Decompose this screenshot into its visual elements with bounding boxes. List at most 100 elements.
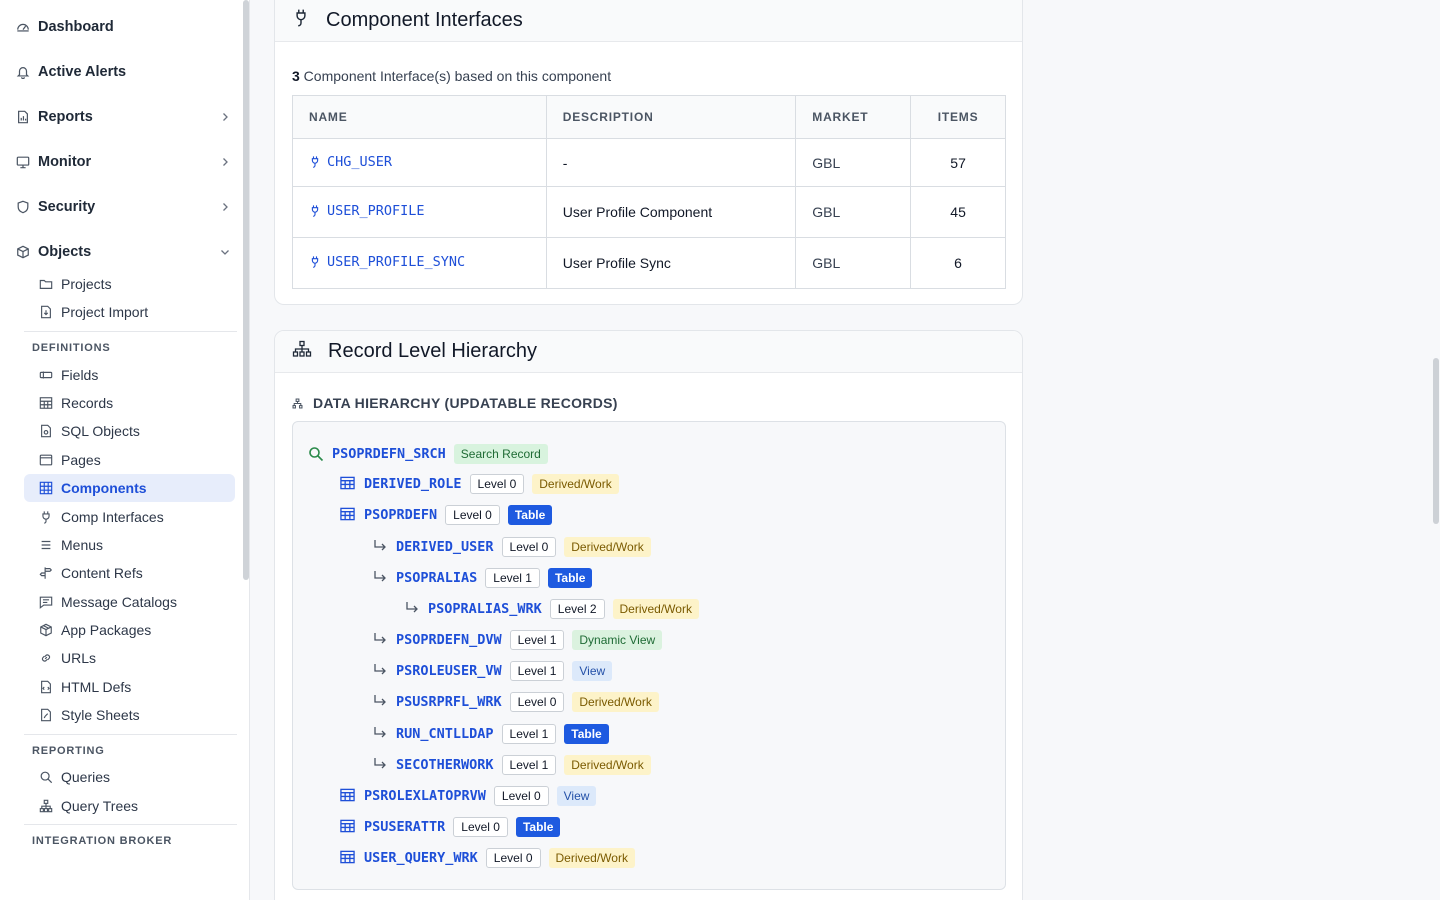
hierarchy-tree: PSOPRDEFN_SRCH Search Record DERIVED_ROL… (292, 421, 1006, 890)
nav-style-sheets[interactable]: Style Sheets (24, 701, 235, 729)
level-badge: Level 1 (501, 724, 557, 744)
tree-node[interactable]: PSUSRPRFL_WRK Level 0 Derived/Work (372, 692, 659, 712)
child-arrow-icon (372, 539, 388, 555)
nav-dashboard[interactable]: Dashboard (16, 16, 230, 38)
tree-node-name[interactable]: DERIVED_USER (396, 539, 494, 555)
nav-urls[interactable]: URLs (24, 644, 235, 672)
tree-node[interactable]: PSUSERATTR Level 0 Table (340, 817, 561, 837)
tree-node-name[interactable]: USER_QUERY_WRK (364, 850, 478, 866)
tree-node[interactable]: PSOPRALIAS Level 1 Table (372, 568, 593, 588)
column-header-market[interactable]: MARKET (795, 95, 912, 139)
chevron-down-icon (221, 250, 229, 255)
link-icon (39, 651, 53, 665)
child-arrow-icon (372, 726, 388, 742)
child-arrow-icon (372, 632, 388, 648)
cube-icon (16, 245, 30, 259)
sidebar-divider (24, 734, 237, 735)
tree-node[interactable]: PSOPRDEFN_SRCH Search Record (308, 444, 548, 464)
ci-link[interactable]: USER_PROFILE (309, 203, 425, 219)
tree-node-name[interactable]: PSOPRALIAS (396, 570, 477, 586)
data-hierarchy-label-text: DATA HIERARCHY (UPDATABLE RECORDS) (313, 395, 618, 411)
tree-node[interactable]: DERIVED_USER Level 0 Derived/Work (372, 537, 651, 557)
tree-node[interactable]: DERIVED_ROLE Level 0 Derived/Work (340, 474, 619, 494)
nav-components[interactable]: Components (24, 474, 235, 502)
search-icon (39, 770, 53, 784)
tree-node[interactable]: SECOTHERWORK Level 1 Derived/Work (372, 755, 651, 775)
nav-fields[interactable]: Fields (24, 361, 235, 389)
table-row: CHG_USER - GBL 57 (292, 138, 1006, 187)
level-badge: Level 0 (469, 474, 525, 494)
tree-node-name[interactable]: PSROLEUSER_VW (396, 663, 502, 679)
sidebar-scrollbar[interactable] (243, 0, 249, 580)
nav-security[interactable]: Security (16, 196, 230, 218)
tree-node-name[interactable]: PSOPRALIAS_WRK (428, 601, 542, 617)
component-interfaces-header: Component Interfaces (275, 0, 1022, 42)
package-icon (39, 623, 53, 637)
nav-comp-interfaces[interactable]: Comp Interfaces (24, 503, 235, 531)
tree-node-name[interactable]: PSROLEXLATOPRVW (364, 788, 486, 804)
tree-node[interactable]: USER_QUERY_WRK Level 0 Derived/Work (340, 848, 635, 868)
sql-file-icon (39, 424, 53, 438)
tree-node-name[interactable]: PSOPRDEFN_SRCH (332, 446, 446, 462)
nav-objects[interactable]: Objects (16, 241, 230, 263)
chevron-right-icon (223, 203, 228, 211)
message-icon (39, 595, 53, 609)
tree-node[interactable]: PSROLEUSER_VW Level 1 View (372, 661, 613, 681)
tree-node-name[interactable]: RUN_CNTLLDAP (396, 726, 494, 742)
level-badge: Level 2 (549, 599, 605, 619)
tree-node-name[interactable]: PSUSRPRFL_WRK (396, 694, 502, 710)
ci-count-suffix: Component Interface(s) based on this com… (299, 68, 612, 84)
ci-market: GBL (795, 186, 912, 238)
nav-pages[interactable]: Pages (24, 446, 235, 474)
nav-query-trees[interactable]: Query Trees (24, 792, 235, 820)
record-hierarchy-title: Record Level Hierarchy (328, 340, 537, 362)
tree-node-name[interactable]: PSOPRDEFN_DVW (396, 632, 502, 648)
nav-monitor[interactable]: Monitor (16, 151, 230, 173)
nav-menus[interactable]: Menus (24, 531, 235, 559)
level-badge: Level 0 (493, 786, 549, 806)
sidebar-divider (24, 824, 237, 825)
nav-project-import[interactable]: Project Import (24, 298, 235, 326)
nav-queries[interactable]: Queries (24, 763, 235, 791)
tree-node[interactable]: PSOPRDEFN Level 0 Table (340, 505, 553, 525)
nav-reports-label: Reports (38, 109, 93, 125)
ci-items: 45 (910, 186, 1006, 238)
chevron-right-icon (223, 158, 228, 166)
nav-objects-label: Objects (38, 244, 92, 260)
record-type-badge: Derived/Work (532, 474, 619, 494)
tree-node-name[interactable]: PSUSERATTR (364, 819, 445, 835)
nav-app-packages[interactable]: App Packages (24, 616, 235, 644)
tree-node-name[interactable]: SECOTHERWORK (396, 757, 494, 773)
record-type-badge: Table (547, 568, 593, 588)
column-header-description[interactable]: DESCRIPTION (545, 95, 797, 139)
nav-projects[interactable]: Projects (24, 270, 235, 298)
ci-link[interactable]: USER_PROFILE_SYNC (309, 254, 465, 270)
tree-node[interactable]: PSOPRDEFN_DVW Level 1 Dynamic View (372, 630, 663, 650)
ci-count-text: 3 Component Interface(s) based on this c… (292, 68, 611, 84)
ci-link[interactable]: CHG_USER (309, 154, 392, 170)
level-badge: Level 1 (485, 568, 540, 588)
nav-message-catalogs[interactable]: Message Catalogs (24, 588, 235, 616)
nav-components-label: Components (61, 480, 147, 496)
page-scrollbar[interactable] (1433, 358, 1439, 524)
chevron-right-icon (223, 113, 228, 121)
nav-reports[interactable]: Reports (16, 106, 230, 128)
tree-node-name[interactable]: DERIVED_ROLE (364, 476, 462, 492)
nav-html-defs[interactable]: HTML Defs (24, 673, 235, 701)
column-header-name[interactable]: NAME (292, 95, 547, 139)
nav-content-refs[interactable]: Content Refs (24, 559, 235, 587)
plug-icon (39, 510, 53, 524)
column-header-items[interactable]: ITEMS (910, 95, 1006, 139)
stylesheet-icon (39, 708, 53, 722)
dashboard-icon (16, 20, 30, 34)
child-arrow-icon (372, 570, 388, 586)
tree-node[interactable]: RUN_CNTLLDAP Level 1 Table (372, 724, 609, 744)
nav-sql-objects[interactable]: SQL Objects (24, 417, 235, 445)
tree-node-name[interactable]: PSOPRDEFN (364, 507, 437, 523)
tree-node[interactable]: PSROLEXLATOPRVW Level 0 View (340, 786, 597, 806)
nav-records[interactable]: Records (24, 389, 235, 417)
ci-market: GBL (795, 237, 912, 289)
tree-node[interactable]: PSOPRALIAS_WRK Level 2 Derived/Work (404, 599, 699, 619)
nav-active-alerts[interactable]: Active Alerts (16, 61, 230, 83)
level-badge: Level 0 (509, 692, 565, 712)
